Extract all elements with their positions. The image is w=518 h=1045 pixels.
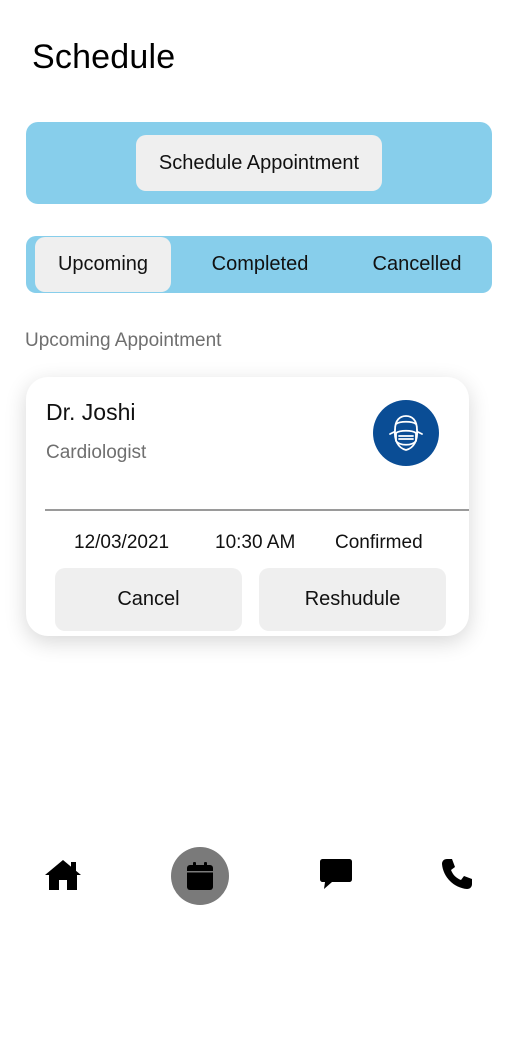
appointment-status: Confirmed [335, 532, 423, 553]
card-divider [45, 509, 469, 511]
schedule-appointment-button[interactable]: Schedule Appointment [136, 135, 382, 191]
tab-cancelled[interactable]: Cancelled [356, 236, 478, 293]
appointment-date: 12/03/2021 [74, 532, 170, 553]
doctor-mask-icon [373, 400, 439, 466]
tab-label: Cancelled [372, 253, 462, 275]
tab-completed[interactable]: Completed [196, 236, 324, 293]
tab-label: Upcoming [57, 253, 149, 275]
doctor-specialty: Cardiologist [46, 442, 147, 463]
page-title: Schedule [32, 38, 176, 76]
cancel-button[interactable]: Cancel [55, 568, 242, 631]
nav-calendar[interactable] [171, 847, 229, 905]
nav-home[interactable] [40, 852, 86, 898]
schedule-banner: Schedule Appointment [26, 122, 492, 204]
chat-icon [320, 859, 352, 889]
schedule-screen: Schedule Schedule Appointment Upcoming C… [0, 0, 518, 1045]
phone-icon [442, 859, 472, 889]
appointment-tabs: Upcoming Completed Cancelled [26, 236, 492, 293]
appointment-time: 10:30 AM [215, 532, 296, 553]
tab-upcoming[interactable]: Upcoming [35, 237, 171, 292]
tab-label: Completed [211, 253, 309, 275]
reschedule-button[interactable]: Reshudule [259, 568, 446, 631]
nav-phone[interactable] [438, 854, 476, 894]
appointment-card: Dr. Joshi Cardiologist 12/03/2021 10:30 … [26, 377, 469, 636]
doctor-name: Dr. Joshi [46, 399, 136, 425]
nav-chat[interactable] [315, 854, 357, 894]
calendar-icon [187, 862, 213, 890]
section-label: Upcoming Appointment [25, 330, 222, 351]
home-icon [45, 860, 81, 890]
